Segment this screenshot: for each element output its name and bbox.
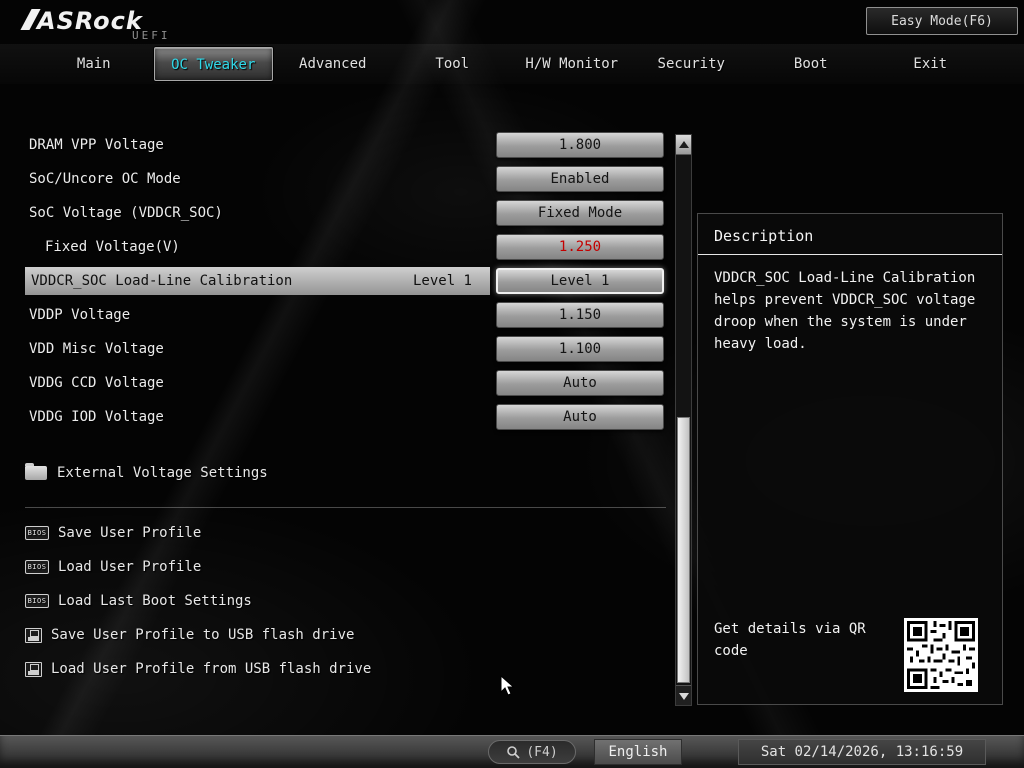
- profile-item-label: Load User Profile: [58, 559, 202, 575]
- scrollbar-up-button[interactable]: [676, 135, 691, 155]
- bios-chip-icon: BIOS: [25, 594, 49, 608]
- setting-value-button[interactable]: 1.800: [496, 132, 664, 158]
- setting-row-vddg-iod-voltage: VDDG IOD Voltage Auto: [25, 400, 666, 434]
- datetime-display: Sat 02/14/2026, 13:16:59: [738, 739, 986, 765]
- setting-label: DRAM VPP Voltage: [29, 137, 164, 153]
- selected-row-value: Level 1: [412, 273, 472, 289]
- setting-value-button[interactable]: Auto: [496, 404, 664, 430]
- tab-tool[interactable]: Tool: [393, 47, 513, 81]
- uefi-label: UEFI: [132, 29, 171, 42]
- scrollbar[interactable]: [675, 134, 692, 706]
- scrollbar-down-button[interactable]: [676, 685, 691, 705]
- setting-row-soc-voltage: SoC Voltage (VDDCR_SOC) Fixed Mode: [25, 196, 666, 230]
- setting-row-vddg-ccd-voltage: VDDG CCD Voltage Auto: [25, 366, 666, 400]
- setting-label: Fixed Voltage(V): [45, 239, 180, 255]
- setting-row-fixed-voltage: Fixed Voltage(V) 1.250: [25, 230, 666, 264]
- setting-label: VDD Misc Voltage: [29, 341, 164, 357]
- logo-text: ASRock: [37, 7, 143, 35]
- qr-section: Get details via QR code: [714, 618, 978, 692]
- setting-value-button[interactable]: 1.150: [496, 302, 664, 328]
- setting-label: VDDCR_SOC Load-Line Calibration: [31, 273, 293, 289]
- search-icon: [507, 746, 520, 759]
- profile-item-label: Save User Profile to USB flash drive: [51, 627, 355, 643]
- selected-row-highlight[interactable]: VDDCR_SOC Load-Line Calibration Level 1: [25, 267, 490, 295]
- asrock-logo: ASRock: [20, 7, 143, 35]
- tab-bar: Main OC Tweaker Advanced Tool H/W Monito…: [0, 44, 1024, 84]
- setting-value-button[interactable]: Enabled: [496, 166, 664, 192]
- language-button[interactable]: English: [594, 739, 682, 765]
- save-user-profile-item[interactable]: BIOS Save User Profile: [25, 516, 371, 550]
- qr-label: Get details via QR code: [714, 621, 866, 659]
- load-user-profile-item[interactable]: BIOS Load User Profile: [25, 550, 371, 584]
- mouse-cursor: [500, 675, 515, 696]
- setting-label: SoC Voltage (VDDCR_SOC): [29, 205, 223, 221]
- section-divider: [25, 507, 666, 508]
- tab-exit[interactable]: Exit: [871, 47, 991, 81]
- description-text: VDDCR_SOC Load-Line Calibration helps pr…: [714, 270, 976, 352]
- description-divider: [698, 254, 1002, 255]
- profile-actions: BIOS Save User Profile BIOS Load User Pr…: [25, 516, 371, 686]
- tab-hw-monitor[interactable]: H/W Monitor: [512, 47, 632, 81]
- usb-drive-icon: [25, 661, 42, 677]
- description-title: Description: [714, 227, 814, 245]
- tab-oc-tweaker[interactable]: OC Tweaker: [153, 47, 273, 81]
- qr-code: [904, 618, 978, 692]
- bios-chip-icon: BIOS: [25, 560, 49, 574]
- setting-row-soc-uncore-oc-mode: SoC/Uncore OC Mode Enabled: [25, 162, 666, 196]
- setting-label: VDDG CCD Voltage: [29, 375, 164, 391]
- search-hotkey-label: (F4): [526, 744, 558, 760]
- setting-value-button[interactable]: 1.100: [496, 336, 664, 362]
- setting-row-vddcr-soc-llc[interactable]: VDDCR_SOC Load-Line Calibration Level 1 …: [25, 264, 666, 298]
- profile-item-label: Load Last Boot Settings: [58, 593, 252, 609]
- up-arrow-icon: [678, 141, 689, 148]
- bios-chip-icon: BIOS: [25, 526, 49, 540]
- search-button[interactable]: (F4): [488, 740, 576, 764]
- setting-label: VDDG IOD Voltage: [29, 409, 164, 425]
- tab-boot[interactable]: Boot: [751, 47, 871, 81]
- setting-value-button[interactable]: Level 1: [496, 268, 664, 294]
- setting-label: VDDP Voltage: [29, 307, 131, 323]
- folder-icon: [25, 463, 47, 480]
- save-profile-to-usb-item[interactable]: Save User Profile to USB flash drive: [25, 618, 371, 652]
- setting-value-button[interactable]: Auto: [496, 370, 664, 396]
- load-profile-from-usb-item[interactable]: Load User Profile from USB flash drive: [25, 652, 371, 686]
- folder-item-label: External Voltage Settings: [57, 465, 268, 481]
- setting-label: SoC/Uncore OC Mode: [29, 171, 181, 187]
- external-voltage-settings-item[interactable]: External Voltage Settings: [25, 458, 268, 488]
- usb-drive-icon: [25, 627, 42, 643]
- easy-mode-button[interactable]: Easy Mode(F6): [866, 7, 1018, 35]
- down-arrow-icon: [678, 693, 689, 700]
- settings-list: DRAM VPP Voltage 1.800 SoC/Uncore OC Mod…: [25, 128, 666, 434]
- load-last-boot-settings-item[interactable]: BIOS Load Last Boot Settings: [25, 584, 371, 618]
- profile-item-label: Save User Profile: [58, 525, 202, 541]
- status-bar: (F4) English Sat 02/14/2026, 13:16:59: [0, 735, 1024, 768]
- tab-security[interactable]: Security: [632, 47, 752, 81]
- setting-row-dram-vpp-voltage: DRAM VPP Voltage 1.800: [25, 128, 666, 162]
- tab-advanced[interactable]: Advanced: [273, 47, 393, 81]
- profile-item-label: Load User Profile from USB flash drive: [51, 661, 372, 677]
- description-panel: Description VDDCR_SOC Load-Line Calibrat…: [697, 213, 1003, 705]
- setting-value-button[interactable]: 1.250: [496, 234, 664, 260]
- setting-row-vddp-voltage: VDDP Voltage 1.150: [25, 298, 666, 332]
- bios-screen: ASRock UEFI Easy Mode(F6) Main OC Tweake…: [0, 0, 1024, 768]
- tab-main[interactable]: Main: [34, 47, 154, 81]
- setting-value-button[interactable]: Fixed Mode: [496, 200, 664, 226]
- setting-row-vdd-misc-voltage: VDD Misc Voltage 1.100: [25, 332, 666, 366]
- scrollbar-thumb[interactable]: [677, 417, 690, 683]
